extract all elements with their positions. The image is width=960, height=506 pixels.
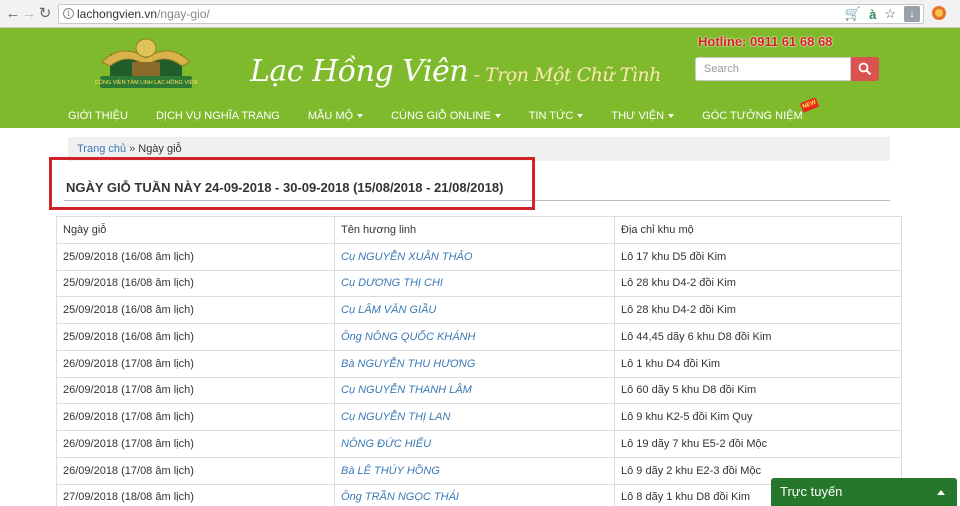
name-link[interactable]: Ông NÔNG QUỐC KHÁNH bbox=[334, 323, 615, 351]
chevron-up-icon[interactable] bbox=[937, 490, 945, 495]
url-path: /ngay-gio/ bbox=[157, 7, 210, 21]
main-nav: GIỚI THIỆU DỊCH VỤ NGHĨA TRANG MẪU MỘ CÚ… bbox=[68, 97, 819, 125]
brand-slogan: - Trọn Một Chữ Tình bbox=[468, 64, 662, 86]
nav-thu-vien[interactable]: THƯ VIỆN bbox=[611, 107, 675, 125]
address-bar-icons: 🛒 à ☆ ↓ bbox=[845, 4, 920, 24]
table-row: 26/09/2018 (17/08 âm lịch) Cụ NGUYỄN THỊ … bbox=[56, 403, 902, 431]
breadcrumb-current: Ngày giỗ bbox=[138, 143, 182, 155]
address-cell: Lô 44,45 dãy 6 khu D8 đồi Kim bbox=[614, 323, 902, 351]
logo-caption: CÔNG VIÊN TÂM LINH LẠC HỒNG VIÊN bbox=[94, 80, 198, 86]
column-header-address: Địa chỉ khu mộ bbox=[614, 216, 902, 244]
brand-title: Lạc Hồng Viên - Trọn Một Chữ Tình bbox=[250, 54, 661, 89]
name-link[interactable]: Ông TRẦN NGỌC THÁI bbox=[334, 483, 615, 506]
date-cell: 25/09/2018 (16/08 âm lịch) bbox=[56, 269, 335, 298]
bookmark-star-icon[interactable]: ☆ bbox=[884, 6, 896, 22]
name-link[interactable]: Cụ NGUYỄN THỊ LAN bbox=[334, 403, 615, 431]
nav-gioi-thieu[interactable]: GIỚI THIỆU bbox=[68, 107, 128, 125]
chevron-down-icon bbox=[668, 114, 675, 119]
anniversary-table: Ngày giỗ Tên hương linh Địa chỉ khu mộ 2… bbox=[56, 216, 902, 506]
chevron-down-icon bbox=[357, 114, 364, 119]
address-cell: Lô 60 dãy 5 khu D8 đồi Kim bbox=[614, 376, 902, 405]
table-row: 26/09/2018 (17/08 âm lịch) NÔNG ĐỨC HIẾU L… bbox=[56, 430, 902, 458]
reload-icon[interactable]: ↻ bbox=[36, 5, 54, 23]
nav-cung-gio-online[interactable]: CÚNG GIỖ ONLINE bbox=[391, 107, 501, 125]
address-cell: Lô 17 khu D5 đồi Kim bbox=[614, 242, 902, 271]
date-cell: 25/09/2018 (16/08 âm lịch) bbox=[56, 323, 335, 351]
name-link[interactable]: NÔNG ĐỨC HIẾU bbox=[334, 430, 615, 458]
name-link[interactable]: Cụ LÂM VĂN GIẦU bbox=[334, 296, 615, 324]
column-header-date: Ngày giỗ bbox=[56, 216, 335, 244]
column-header-name: Tên hương linh bbox=[334, 216, 615, 244]
address-cell: Lô 9 khu K2-5 đồi Kim Quy bbox=[614, 403, 902, 431]
table-row: 26/09/2018 (17/08 âm lịch) Bà NGUYỄN THU … bbox=[56, 349, 902, 378]
url-host: lachongvien.vn bbox=[77, 7, 158, 21]
table-header-row: Ngày giỗ Tên hương linh Địa chỉ khu mộ bbox=[56, 216, 902, 244]
date-cell: 26/09/2018 (17/08 âm lịch) bbox=[56, 456, 335, 485]
hotline[interactable]: Hotline: 0911 61 68 68 bbox=[698, 34, 832, 49]
extension-icon[interactable] bbox=[932, 6, 946, 20]
nav-dich-vu-nghia-trang[interactable]: DỊCH VỤ NGHĨA TRANG bbox=[156, 107, 280, 125]
site-header: CÔNG VIÊN TÂM LINH LẠC HỒNG VIÊN Lạc Hồn… bbox=[0, 28, 960, 128]
table-row: 25/09/2018 (16/08 âm lịch) Cụ NGUYỄN XUÂN… bbox=[56, 242, 902, 271]
search-button[interactable] bbox=[851, 57, 879, 81]
highlight-box bbox=[49, 157, 535, 210]
table-row: 25/09/2018 (16/08 âm lịch) Cụ DƯƠNG THỊ C… bbox=[56, 269, 902, 298]
nav-mau-mo[interactable]: MẪU MỘ bbox=[308, 107, 364, 125]
table-row: 25/09/2018 (16/08 âm lịch) Cụ LÂM VĂN GIẦ… bbox=[56, 296, 902, 324]
brand-name: Lạc Hồng Viên bbox=[250, 54, 469, 89]
online-chat-bar[interactable]: Trực tuyến bbox=[771, 478, 957, 506]
breadcrumb-separator: » bbox=[129, 143, 136, 155]
chevron-down-icon bbox=[494, 114, 501, 119]
date-cell: 25/09/2018 (16/08 âm lịch) bbox=[56, 242, 335, 271]
date-cell: 26/09/2018 (17/08 âm lịch) bbox=[56, 376, 335, 405]
address-cell: Lô 1 khu D4 đồi Kim bbox=[614, 349, 902, 378]
date-cell: 26/09/2018 (17/08 âm lịch) bbox=[56, 349, 335, 378]
new-badge: NEW bbox=[799, 97, 819, 113]
date-cell: 26/09/2018 (17/08 âm lịch) bbox=[56, 403, 335, 431]
search-input[interactable] bbox=[695, 57, 851, 81]
search-icon bbox=[858, 62, 872, 76]
info-icon[interactable]: i bbox=[63, 8, 74, 19]
nav-goc-tuong-niem[interactable]: GÓC TƯỞNG NIỆM NEW bbox=[702, 97, 819, 125]
date-cell: 26/09/2018 (17/08 âm lịch) bbox=[56, 430, 335, 458]
name-link[interactable]: Cụ NGUYỄN XUÂN THẢO bbox=[334, 242, 615, 271]
name-link[interactable]: Bà NGUYỄN THU HƯƠNG bbox=[334, 349, 615, 378]
name-link[interactable]: Cụ NGUYỄN THANH LÂM bbox=[334, 376, 615, 405]
address-cell: Lô 19 dãy 7 khu E5-2 đồi Mộc bbox=[614, 430, 902, 458]
date-cell: 25/09/2018 (16/08 âm lịch) bbox=[56, 296, 335, 324]
name-link[interactable]: Cụ DƯƠNG THỊ CHI bbox=[334, 269, 615, 298]
cart-icon[interactable]: 🛒 bbox=[845, 6, 861, 22]
date-cell: 27/09/2018 (18/08 âm lịch) bbox=[56, 483, 335, 506]
download-icon[interactable]: ↓ bbox=[904, 6, 920, 22]
name-link[interactable]: Bà LÊ THÚY HỒNG bbox=[334, 456, 615, 485]
chat-label: Trực tuyến bbox=[780, 484, 843, 499]
address-bar[interactable]: i lachongvien.vn/ngay-gio/ bbox=[58, 4, 924, 24]
table-row: 25/09/2018 (16/08 âm lịch) Ông NÔNG QUỐC … bbox=[56, 323, 902, 351]
chevron-down-icon bbox=[577, 114, 584, 119]
browser-toolbar: ← → ↻ i lachongvien.vn/ngay-gio/ 🛒 à ☆ ↓ bbox=[0, 0, 960, 28]
address-cell: Lô 28 khu D4-2 đồi Kim bbox=[614, 296, 902, 324]
nav-tin-tuc[interactable]: TIN TỨC bbox=[529, 107, 584, 125]
breadcrumb-home-link[interactable]: Trang chủ bbox=[77, 143, 126, 155]
translate-icon[interactable]: à bbox=[869, 7, 876, 22]
site-logo[interactable]: CÔNG VIÊN TÂM LINH LẠC HỒNG VIÊN bbox=[92, 36, 200, 94]
table-row: 26/09/2018 (17/08 âm lịch) Cụ NGUYỄN THAN… bbox=[56, 376, 902, 405]
address-cell: Lô 28 khu D4-2 đồi Kim bbox=[614, 269, 902, 298]
